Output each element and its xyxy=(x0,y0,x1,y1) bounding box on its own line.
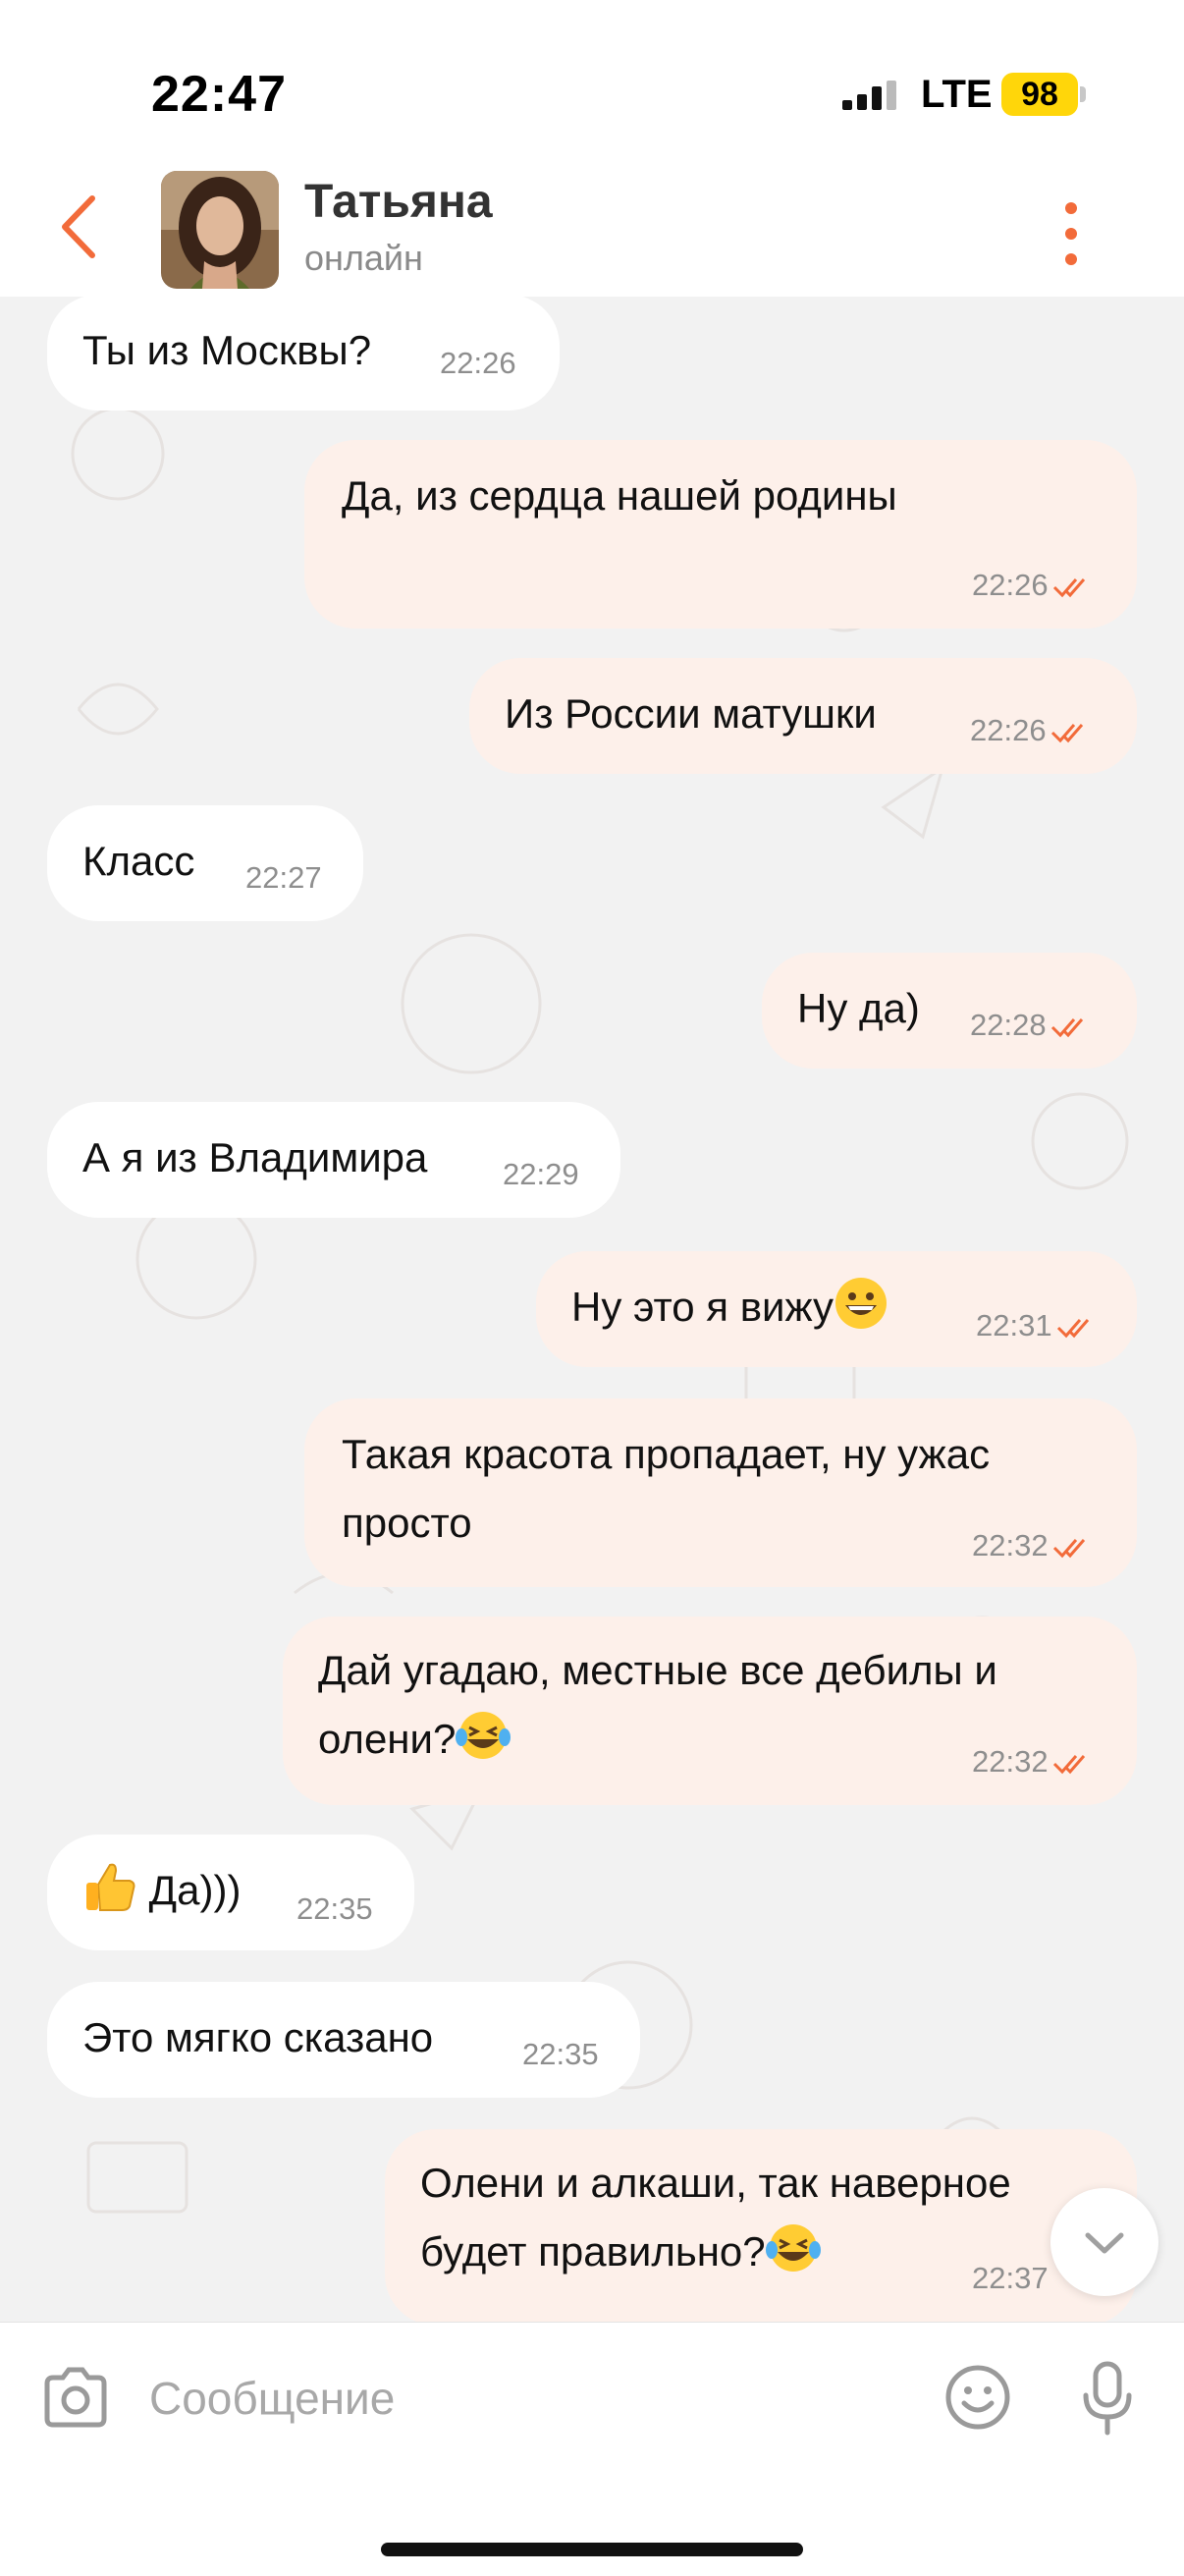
double-check-icon xyxy=(1052,577,1085,598)
message-time: 22:32 xyxy=(972,1744,1049,1779)
grinning-face-emoji xyxy=(835,1278,888,1329)
message-input[interactable] xyxy=(147,2358,897,2439)
message-time: 22:26 xyxy=(972,568,1049,602)
message-time: 22:35 xyxy=(522,2037,599,2071)
message-time: 22:26 xyxy=(970,713,1047,747)
message-text: Такая красота пропадает, ну ужас xyxy=(342,1431,991,1477)
message-time: 22:26 xyxy=(440,346,516,380)
incoming-message[interactable]: Класс 22:27 xyxy=(47,805,363,921)
double-check-icon xyxy=(1052,1754,1085,1775)
message-time: 22:32 xyxy=(972,1528,1049,1562)
double-check-icon xyxy=(1050,723,1083,743)
message-meta: 22:32 xyxy=(972,1528,1092,1563)
message-text: Олени и алкаши, так наверное xyxy=(420,2160,1011,2206)
outgoing-message[interactable]: Дай угадаю, местные все дебилы и олени? … xyxy=(283,1617,1137,1805)
message-time: 22:31 xyxy=(976,1308,1052,1343)
message-meta: 22:32 xyxy=(972,1744,1092,1780)
microphone-icon[interactable] xyxy=(1078,2360,1137,2437)
status-time: 22:47 xyxy=(151,66,287,123)
avatar[interactable] xyxy=(161,171,279,289)
outgoing-message[interactable]: Ну это я вижу 22:31 xyxy=(536,1251,1137,1367)
chevron-down-icon xyxy=(1085,2232,1124,2254)
message-time: 22:29 xyxy=(503,1157,579,1191)
contact-name[interactable]: Татьяна xyxy=(304,175,493,229)
scroll-to-bottom-button[interactable] xyxy=(1050,2188,1158,2296)
chat-area[interactable]: Ты из Москвы? 22:26 Да, из сердца нашей … xyxy=(0,297,1184,2322)
thumbs-up-emoji xyxy=(86,1863,135,1911)
chat-header: Татьяна онлайн xyxy=(0,157,1184,298)
message-input-bar xyxy=(0,2322,1184,2576)
outgoing-message[interactable]: Да, из сердца нашей родины 22:26 xyxy=(304,440,1137,629)
battery-cap-icon xyxy=(1080,86,1086,102)
laughing-tears-emoji xyxy=(765,2224,821,2272)
message-text: Да, из сердца нашей родины xyxy=(342,472,897,519)
outgoing-message[interactable]: Из России матушки 22:26 xyxy=(469,658,1137,774)
message-time: 22:35 xyxy=(296,1891,373,1926)
outgoing-message[interactable]: Олени и алкаши, так наверное будет прави… xyxy=(385,2129,1137,2322)
double-check-icon xyxy=(1052,1538,1085,1559)
contact-status: онлайн xyxy=(304,238,423,278)
double-check-icon xyxy=(1056,1318,1089,1339)
outgoing-message[interactable]: Такая красота пропадает, ну ужас просто … xyxy=(304,1398,1137,1587)
message-time: 22:37 xyxy=(972,2261,1049,2295)
message-time: 22:28 xyxy=(970,1008,1047,1042)
network-type: LTE xyxy=(921,73,993,116)
camera-icon[interactable] xyxy=(41,2366,110,2429)
double-check-icon xyxy=(1050,1017,1083,1038)
message-meta: 22:31 xyxy=(976,1308,1096,1343)
message-meta: 22:26 xyxy=(970,713,1090,748)
back-chevron-icon[interactable] xyxy=(55,191,104,263)
laughing-tears-emoji xyxy=(456,1712,511,1759)
incoming-message[interactable]: А я из Владимира 22:29 xyxy=(47,1102,620,1218)
incoming-message[interactable]: Это мягко сказано 22:35 xyxy=(47,1982,640,2098)
incoming-message[interactable]: Ты из Москвы? 22:26 xyxy=(47,297,560,411)
message-text: Дай угадаю, местные все дебилы и xyxy=(318,1647,997,1693)
outgoing-message[interactable]: Ну да) 22:28 xyxy=(762,953,1137,1069)
message-time: 22:27 xyxy=(245,860,322,895)
incoming-message[interactable]: Да))) 22:35 xyxy=(47,1835,414,1950)
message-meta: 22:26 xyxy=(972,568,1092,603)
home-indicator xyxy=(381,2543,803,2556)
battery-indicator: 98 xyxy=(1001,73,1078,116)
emoji-smile-icon[interactable] xyxy=(944,2364,1011,2431)
status-bar: 22:47 LTE 98 xyxy=(0,0,1184,157)
signal-icon xyxy=(842,81,896,110)
more-options-icon[interactable] xyxy=(1047,198,1096,269)
message-meta: 22:28 xyxy=(970,1008,1090,1043)
